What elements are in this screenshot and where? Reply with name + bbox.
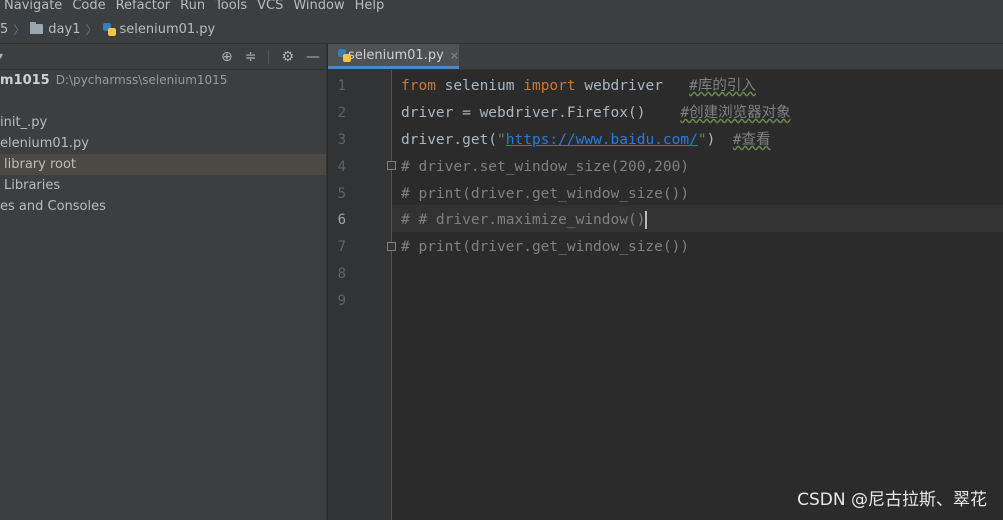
line-number: 3 — [337, 132, 346, 148]
menu-vcs[interactable]: VCS — [257, 0, 283, 13]
tree-item-selenium-file[interactable]: elenium01.py — [0, 133, 326, 154]
breadcrumb: 5 〉 day1 〉 selenium01.py — [0, 15, 1003, 44]
line-number: 8 — [337, 266, 346, 282]
menu-run[interactable]: Run — [180, 0, 205, 13]
line-number: 9 — [337, 293, 346, 309]
breadcrumb-separator: 〉 — [13, 22, 26, 37]
tree-item-init-file[interactable]: init_.py — [0, 112, 326, 133]
code-editor[interactable]: 1 2 3 4 5 6 7 8 9 from selenium import w… — [328, 70, 1003, 520]
fold-end-icon[interactable] — [387, 242, 396, 251]
code-line-3: driver.get("https://www.baidu.com/") #查看 — [401, 127, 771, 154]
folder-icon — [30, 22, 44, 34]
code-line-4: # driver.set_window_size(200,200) — [401, 159, 690, 175]
breadcrumb-separator: 〉 — [85, 22, 98, 37]
line-number: 5 — [337, 186, 346, 202]
tree-item-library-root[interactable]: library root — [0, 154, 326, 175]
line-number: 7 — [337, 239, 346, 255]
menu-refactor[interactable]: Refactor — [116, 0, 171, 13]
toolbar-divider — [268, 49, 270, 64]
minimize-icon[interactable]: — — [306, 49, 320, 65]
collapse-icon[interactable]: ≑ — [245, 49, 257, 65]
tab-label: selenium01.py — [348, 47, 444, 63]
python-file-icon — [102, 22, 116, 36]
menu-window[interactable]: Window — [293, 0, 344, 13]
url-link[interactable]: https://www.baidu.com/ — [506, 132, 698, 148]
tree-item-project-root[interactable]: m1015 D:\pycharmss\selenium1015 — [0, 70, 326, 91]
close-icon[interactable]: × — [450, 49, 459, 62]
module-name: selenium — [435, 78, 524, 94]
keyword-from: from — [401, 78, 436, 94]
breadcrumb-file[interactable]: selenium01.py — [102, 21, 216, 37]
target-icon[interactable]: ⊕ — [221, 49, 233, 65]
comment: #创建浏览器对象 — [680, 105, 791, 121]
watermark: CSDN @尼古拉斯、翠花 — [797, 490, 987, 510]
comment: #查看 — [732, 132, 771, 148]
menu-bar: Navigate Code Refactor Run Tools VCS Win… — [0, 0, 1003, 15]
tree-item-path: D:\pycharmss\selenium1015 — [55, 73, 228, 87]
breadcrumb-folder[interactable]: day1 — [30, 22, 80, 37]
gear-icon[interactable]: ⚙ — [281, 49, 294, 65]
tree-item-scratches-consoles[interactable]: es and Consoles — [0, 196, 326, 217]
tab-selenium01[interactable]: selenium01.py × — [328, 44, 459, 69]
panel-dropdown-arrow-icon[interactable]: ▾ — [0, 51, 3, 62]
editor-tab-bar: selenium01.py × — [328, 44, 1003, 70]
tree-item[interactable] — [0, 91, 326, 112]
editor-gutter: 1 2 3 4 5 6 7 8 9 — [328, 70, 396, 520]
code-line-1: from selenium import webdriver #库的引入 — [401, 73, 756, 100]
breadcrumb-project-label: 5 — [0, 21, 9, 37]
project-panel: ▾ ⊕ ≑ ⚙ — m1015 D:\pycharmss\selenium1015… — [0, 44, 327, 520]
tree-item-label: m1015 — [0, 73, 50, 88]
menu-navigate[interactable]: Navigate — [4, 0, 62, 13]
string-quote: " — [697, 132, 707, 148]
tree-item-external-libraries[interactable]: Libraries — [0, 175, 326, 196]
menu-code[interactable]: Code — [72, 0, 105, 13]
tree-item-label: init_.py — [0, 115, 48, 130]
fold-start-icon[interactable] — [387, 161, 396, 170]
code-text: # # driver.maximize_window() — [401, 212, 646, 228]
line-number: 1 — [337, 78, 346, 94]
project-tree: m1015 D:\pycharmss\selenium1015 init_.py … — [0, 70, 326, 217]
code-text: driver.get( — [401, 132, 498, 148]
line-number: 2 — [337, 105, 346, 121]
project-panel-toolbar: ⊕ ≑ ⚙ — — [221, 49, 320, 65]
code-text: ) — [706, 132, 733, 148]
tree-item-label: elenium01.py — [0, 136, 89, 151]
tree-item-label: Libraries — [4, 178, 61, 193]
comment: #库的引入 — [689, 78, 756, 94]
project-panel-header: ▾ ⊕ ≑ ⚙ — — [0, 44, 326, 70]
line-number: 4 — [337, 159, 346, 175]
text-caret — [645, 211, 648, 229]
code-line-2: driver = webdriver.Firefox() #创建浏览器对象 — [401, 100, 791, 127]
tree-item-label: es and Consoles — [0, 199, 106, 214]
breadcrumb-folder-label: day1 — [48, 21, 81, 37]
import-name: webdriver — [575, 78, 690, 94]
breadcrumb-file-label: selenium01.py — [119, 21, 216, 37]
menu-help[interactable]: Help — [355, 0, 385, 13]
string-quote: " — [497, 132, 506, 148]
code-line-7: # print(driver.get_window_size()) — [401, 239, 690, 255]
keyword-import: import — [523, 78, 576, 94]
code-line-6: # # driver.maximize_window() — [401, 207, 648, 234]
line-number-current: 6 — [337, 212, 346, 228]
menu-tools[interactable]: Tools — [215, 0, 247, 13]
tree-item-label: library root — [4, 157, 77, 172]
python-file-icon — [338, 48, 352, 62]
code-text: driver = webdriver.Firefox() — [401, 105, 681, 121]
code-line-5: # print(driver.get_window_size()) — [401, 186, 690, 202]
breadcrumb-project[interactable]: 5 — [0, 22, 8, 37]
